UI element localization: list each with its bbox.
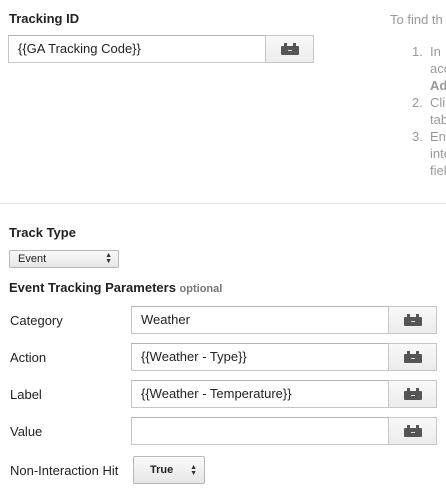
track-type-label: Track Type — [9, 225, 76, 240]
non-interaction-selected-value: True — [150, 464, 174, 476]
category-input[interactable]: Weather — [131, 306, 389, 334]
event-params-heading: Event Tracking Parameters optional — [9, 280, 222, 295]
action-macro-button[interactable] — [388, 343, 437, 371]
label-label: Label — [10, 387, 42, 402]
lego-brick-icon — [403, 425, 422, 437]
help-step-line: Ad — [430, 78, 446, 93]
help-intro: To find th — [390, 12, 443, 27]
help-step-number: 1. — [412, 44, 423, 59]
action-input[interactable]: {{Weather - Type}} — [131, 343, 389, 371]
help-step-line: En — [430, 129, 446, 144]
category-label: Category — [10, 313, 63, 328]
help-step-line: tab — [430, 112, 446, 127]
lego-brick-icon — [403, 314, 422, 326]
optional-tag: optional — [179, 283, 223, 295]
section-divider — [0, 203, 446, 204]
track-type-select[interactable]: Event ▲ ▼ — [9, 250, 119, 268]
help-step-line: Cli — [430, 95, 446, 110]
value-label: Value — [10, 424, 43, 439]
up-down-arrows-icon: ▲ ▼ — [190, 464, 197, 477]
lego-brick-icon — [403, 388, 422, 400]
tracking-id-macro-button[interactable] — [265, 35, 314, 63]
lego-brick-icon — [403, 351, 422, 363]
event-params-title: Event Tracking Parameters — [9, 280, 176, 295]
track-type-selected-value: Event — [18, 253, 47, 265]
help-step-number: 2. — [412, 95, 423, 110]
action-label: Action — [10, 350, 47, 365]
help-step-line: In — [430, 44, 441, 59]
tracking-id-input[interactable]: {{GA Tracking Code}} — [8, 35, 266, 63]
value-macro-button[interactable] — [388, 417, 437, 445]
lego-brick-icon — [280, 43, 299, 55]
label-macro-button[interactable] — [388, 380, 437, 408]
label-input[interactable]: {{Weather - Temperature}} — [131, 380, 389, 408]
non-interaction-label: Non-Interaction Hit — [10, 463, 119, 478]
help-step-number: 3. — [412, 129, 423, 144]
tracking-id-label: Tracking ID — [9, 11, 80, 26]
help-step-line: inte — [430, 146, 446, 161]
category-macro-button[interactable] — [388, 306, 437, 334]
non-interaction-select[interactable]: True ▲ ▼ — [133, 456, 205, 484]
up-down-arrows-icon: ▲ ▼ — [105, 252, 112, 265]
value-input[interactable] — [131, 417, 389, 445]
help-step-line: acc — [430, 61, 446, 76]
help-step-line: fiel — [430, 163, 446, 178]
